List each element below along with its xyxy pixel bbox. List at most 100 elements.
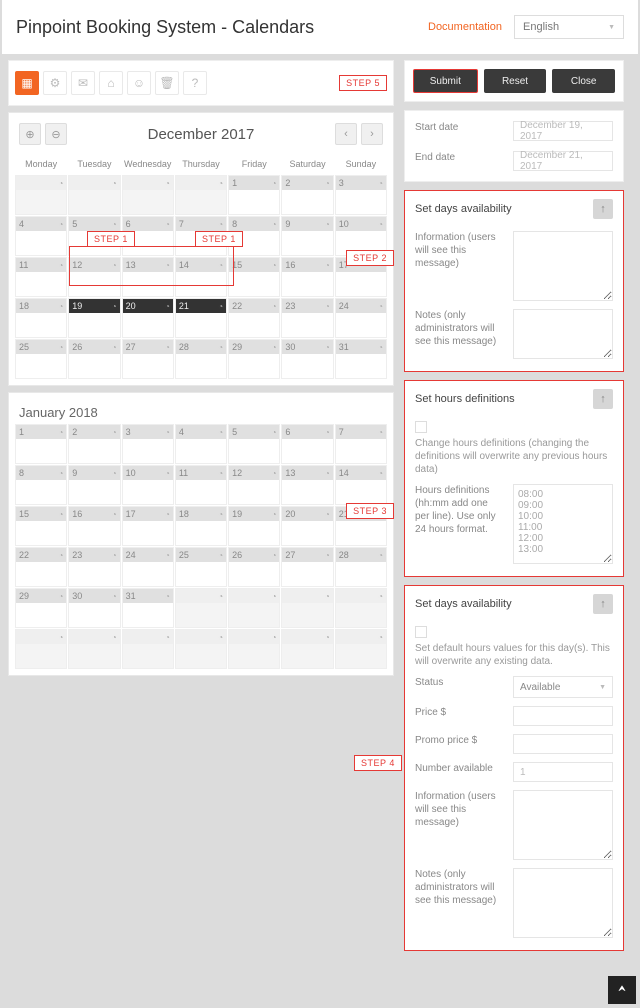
calendar-day[interactable]: 1◔ xyxy=(15,424,67,464)
calendar-day[interactable]: 22◔ xyxy=(15,547,67,587)
calendar-day[interactable]: 27◔ xyxy=(281,547,333,587)
default-hours-checkbox[interactable] xyxy=(415,626,427,638)
mail-icon[interactable]: ✉ xyxy=(71,71,95,95)
documentation-link[interactable]: Documentation xyxy=(428,21,502,33)
calendar-icon[interactable]: ▦ xyxy=(15,71,39,95)
calendar-day[interactable]: 17◔ xyxy=(122,506,174,546)
promo-price-input[interactable] xyxy=(513,734,613,754)
calendar-day[interactable]: 7◔ xyxy=(335,424,387,464)
trash-icon[interactable]: 🗑 xyxy=(155,71,179,95)
calendar-day[interactable]: ◔ xyxy=(15,629,67,669)
calendar-day[interactable]: 3◔ xyxy=(122,424,174,464)
calendar-day[interactable]: 31◔ xyxy=(335,339,387,379)
calendar-day[interactable]: 9◔ xyxy=(281,216,333,256)
calendar-day[interactable]: 3◔ xyxy=(335,175,387,215)
remove-month-button[interactable]: ⊖ xyxy=(45,123,67,145)
next-month-button[interactable]: › xyxy=(361,123,383,145)
calendar-day[interactable]: 13◔ xyxy=(122,257,174,297)
calendar-day[interactable]: 29◔ xyxy=(15,588,67,628)
calendar-day[interactable]: 8◔ xyxy=(15,465,67,505)
calendar-day[interactable]: 12◔ xyxy=(228,465,280,505)
calendar-day[interactable]: 28◔ xyxy=(335,547,387,587)
calendar-day[interactable]: 6◔ xyxy=(281,424,333,464)
scroll-top-button[interactable] xyxy=(608,976,636,1004)
calendar-day[interactable]: 23◔ xyxy=(281,298,333,338)
calendar-day[interactable]: 4◔ xyxy=(15,216,67,256)
calendar-day[interactable]: ◔ xyxy=(15,175,67,215)
calendar-day[interactable]: 27◔ xyxy=(122,339,174,379)
calendar-day[interactable]: 30◔ xyxy=(68,588,120,628)
calendar-day[interactable]: 28◔ xyxy=(175,339,227,379)
calendar-day[interactable]: ◔ xyxy=(122,175,174,215)
briefcase-icon[interactable]: ⌂ xyxy=(99,71,123,95)
calendar-day[interactable]: ◔ xyxy=(68,175,120,215)
calendar-day[interactable]: 16◔ xyxy=(281,257,333,297)
calendar-day[interactable]: 18◔ xyxy=(175,506,227,546)
calendar-day[interactable]: 15◔ xyxy=(15,506,67,546)
reset-button[interactable]: Reset xyxy=(484,69,547,93)
language-select[interactable]: English ▼ xyxy=(514,15,624,39)
calendar-day[interactable]: 2◔ xyxy=(68,424,120,464)
calendar-day[interactable]: 20◔ xyxy=(281,506,333,546)
change-hours-checkbox[interactable] xyxy=(415,421,427,433)
calendar-day[interactable]: 1◔ xyxy=(228,175,280,215)
calendar-day[interactable]: 12◔ xyxy=(68,257,120,297)
calendar-day[interactable]: ◔ xyxy=(68,629,120,669)
calendar-day[interactable]: 16◔ xyxy=(68,506,120,546)
calendar-day[interactable]: 14◔ xyxy=(335,465,387,505)
users-icon[interactable]: ☺ xyxy=(127,71,151,95)
calendar-day[interactable]: 11◔ xyxy=(175,465,227,505)
collapse-icon[interactable]: ↑ xyxy=(593,389,613,409)
number-available-input[interactable]: 1 xyxy=(513,762,613,782)
calendar-day[interactable]: 11◔ xyxy=(15,257,67,297)
calendar-day[interactable]: 15◔ xyxy=(228,257,280,297)
calendar-day[interactable]: ◔ xyxy=(122,629,174,669)
calendar-day[interactable]: ◔ xyxy=(228,629,280,669)
add-month-button[interactable]: ⊕ xyxy=(19,123,41,145)
information-textarea-2[interactable] xyxy=(513,790,613,860)
calendar-day[interactable]: ◔ xyxy=(335,588,387,628)
information-textarea[interactable] xyxy=(513,231,613,301)
calendar-day[interactable]: 30◔ xyxy=(281,339,333,379)
close-button[interactable]: Close xyxy=(552,69,615,93)
submit-button[interactable]: Submit xyxy=(413,69,478,93)
calendar-day[interactable]: 24◔ xyxy=(335,298,387,338)
end-date-input[interactable]: December 21, 2017 xyxy=(513,151,613,171)
collapse-icon[interactable]: ↑ xyxy=(593,199,613,219)
calendar-day[interactable]: 19◔ xyxy=(228,506,280,546)
notes-textarea[interactable] xyxy=(513,309,613,359)
notes-textarea-2[interactable] xyxy=(513,868,613,938)
calendar-day[interactable]: ◔ xyxy=(175,588,227,628)
calendar-day[interactable]: 25◔ xyxy=(175,547,227,587)
calendar-day[interactable]: ◔ xyxy=(175,629,227,669)
calendar-day[interactable]: 21◔ xyxy=(175,298,227,338)
calendar-grid-2[interactable]: 1◔2◔3◔4◔5◔6◔7◔8◔9◔10◔11◔12◔13◔14◔15◔16◔1… xyxy=(15,424,387,669)
calendar-grid[interactable]: ◔◔◔◔1◔2◔3◔4◔5◔6◔7◔8◔9◔10◔11◔12◔13◔14◔15◔… xyxy=(15,175,387,379)
price-input[interactable] xyxy=(513,706,613,726)
collapse-icon[interactable]: ↑ xyxy=(593,594,613,614)
calendar-day[interactable]: 26◔ xyxy=(68,339,120,379)
calendar-day[interactable]: 2◔ xyxy=(281,175,333,215)
hours-definitions-textarea[interactable] xyxy=(513,484,613,564)
start-date-input[interactable]: December 19, 2017 xyxy=(513,121,613,141)
calendar-day[interactable]: 10◔ xyxy=(122,465,174,505)
calendar-day[interactable]: ◔ xyxy=(281,588,333,628)
calendar-day[interactable]: 20◔ xyxy=(122,298,174,338)
calendar-day[interactable]: 18◔ xyxy=(15,298,67,338)
calendar-day[interactable]: 14◔ xyxy=(175,257,227,297)
calendar-day[interactable]: 9◔ xyxy=(68,465,120,505)
calendar-day[interactable]: 5◔ xyxy=(228,424,280,464)
calendar-day[interactable]: 23◔ xyxy=(68,547,120,587)
calendar-day[interactable]: 13◔ xyxy=(281,465,333,505)
calendar-day[interactable]: 31◔ xyxy=(122,588,174,628)
calendar-day[interactable]: ◔ xyxy=(228,588,280,628)
status-select[interactable]: Available ▼ xyxy=(513,676,613,698)
calendar-day[interactable]: 25◔ xyxy=(15,339,67,379)
help-icon[interactable]: ? xyxy=(183,71,207,95)
calendar-day[interactable]: ◔ xyxy=(281,629,333,669)
calendar-day[interactable]: 24◔ xyxy=(122,547,174,587)
calendar-day[interactable]: 29◔ xyxy=(228,339,280,379)
calendar-day[interactable]: 19◔ xyxy=(68,298,120,338)
gear-icon[interactable]: ⚙ xyxy=(43,71,67,95)
calendar-day[interactable]: ◔ xyxy=(175,175,227,215)
